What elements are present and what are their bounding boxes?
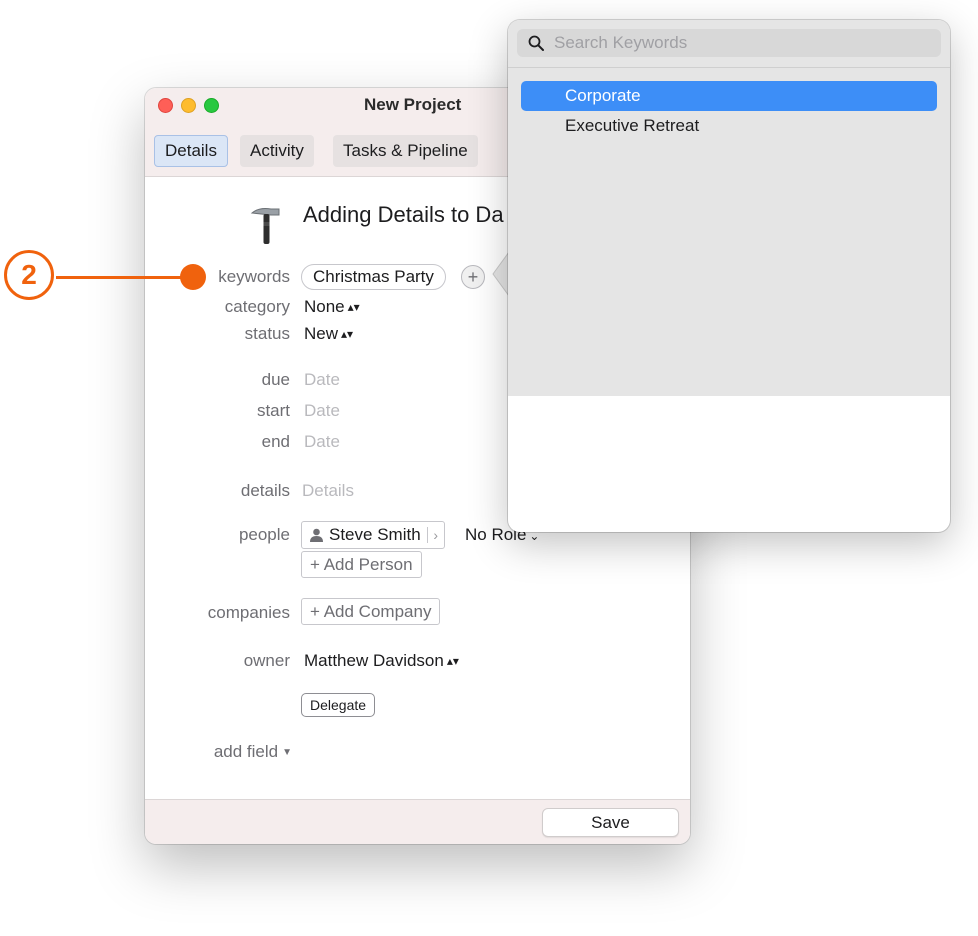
keywords-popover: Search Keywords Corporate Executive Retr… bbox=[508, 20, 950, 532]
category-select[interactable]: None ▴▾ bbox=[304, 297, 360, 317]
start-date-field[interactable]: Date bbox=[304, 401, 340, 421]
keywords-label: keywords bbox=[218, 267, 290, 286]
add-field-menu[interactable]: add field ▼ bbox=[214, 742, 292, 762]
start-label: start bbox=[256, 401, 290, 420]
status-select[interactable]: New ▴▾ bbox=[304, 324, 353, 344]
tab-activity[interactable]: Activity bbox=[240, 135, 314, 167]
person-icon bbox=[310, 528, 323, 542]
search-placeholder: Search Keywords bbox=[554, 33, 688, 52]
delegate-button[interactable]: Delegate bbox=[301, 693, 376, 717]
chevron-right-icon[interactable]: › bbox=[426, 527, 444, 543]
add-keyword-button[interactable]: + bbox=[461, 265, 485, 289]
annotation-leader-line bbox=[56, 276, 196, 279]
owner-label: owner bbox=[243, 651, 290, 670]
add-person-button[interactable]: + Add Person bbox=[301, 551, 422, 578]
due-date-field[interactable]: Date bbox=[304, 370, 340, 390]
updown-icon: ▴▾ bbox=[347, 300, 360, 314]
keyword-option-label: Executive Retreat bbox=[565, 116, 700, 135]
annotation-step-badge: 2 bbox=[4, 250, 54, 300]
end-date-field[interactable]: Date bbox=[304, 432, 340, 452]
keyword-option-executive-retreat[interactable]: Executive Retreat bbox=[521, 111, 937, 141]
end-label: end bbox=[261, 432, 290, 451]
divider bbox=[508, 67, 950, 68]
add-company-button[interactable]: + Add Company bbox=[301, 598, 441, 625]
keyword-list-area: Search Keywords Corporate Executive Retr… bbox=[508, 20, 950, 396]
keyword-chip[interactable]: Christmas Party bbox=[301, 264, 446, 290]
dropdown-arrow-icon: ▼ bbox=[282, 747, 292, 758]
details-field[interactable]: Details bbox=[302, 481, 354, 501]
keyword-option-corporate[interactable]: Corporate bbox=[521, 81, 937, 111]
updown-icon: ▴▾ bbox=[341, 327, 354, 341]
add-field-label: add field bbox=[213, 742, 279, 761]
tab-tasks-pipeline[interactable]: Tasks & Pipeline bbox=[333, 135, 478, 167]
plus-icon: + bbox=[467, 267, 479, 287]
keyword-option-label: Corporate bbox=[565, 86, 641, 105]
status-label: status bbox=[244, 324, 290, 343]
person-token[interactable]: Steve Smith › bbox=[301, 521, 445, 549]
close-window-button[interactable] bbox=[158, 98, 173, 113]
keyword-search-input[interactable]: Search Keywords bbox=[517, 29, 941, 57]
category-value: None bbox=[304, 297, 345, 316]
person-name: Steve Smith bbox=[329, 525, 421, 544]
due-label: due bbox=[261, 370, 290, 389]
tab-details[interactable]: Details bbox=[154, 135, 228, 167]
owner-value: Matthew Davidson bbox=[304, 651, 444, 670]
window-footer: Save bbox=[145, 799, 690, 844]
page-heading: Adding Details to Da bbox=[303, 202, 504, 227]
zoom-window-button[interactable] bbox=[204, 98, 219, 113]
companies-label: companies bbox=[207, 603, 290, 622]
people-label: people bbox=[238, 525, 290, 544]
status-value: New bbox=[304, 324, 339, 343]
save-button[interactable]: Save bbox=[542, 808, 679, 837]
window-title: New Project bbox=[364, 95, 462, 114]
annotation-dot bbox=[180, 264, 206, 290]
owner-select[interactable]: Matthew Davidson ▴▾ bbox=[304, 651, 459, 671]
search-icon bbox=[528, 35, 544, 51]
details-label: details bbox=[240, 481, 290, 500]
minimize-window-button[interactable] bbox=[181, 98, 196, 113]
updown-icon: ▴▾ bbox=[446, 654, 459, 668]
hammer-icon bbox=[250, 208, 280, 244]
category-label: category bbox=[224, 297, 290, 316]
